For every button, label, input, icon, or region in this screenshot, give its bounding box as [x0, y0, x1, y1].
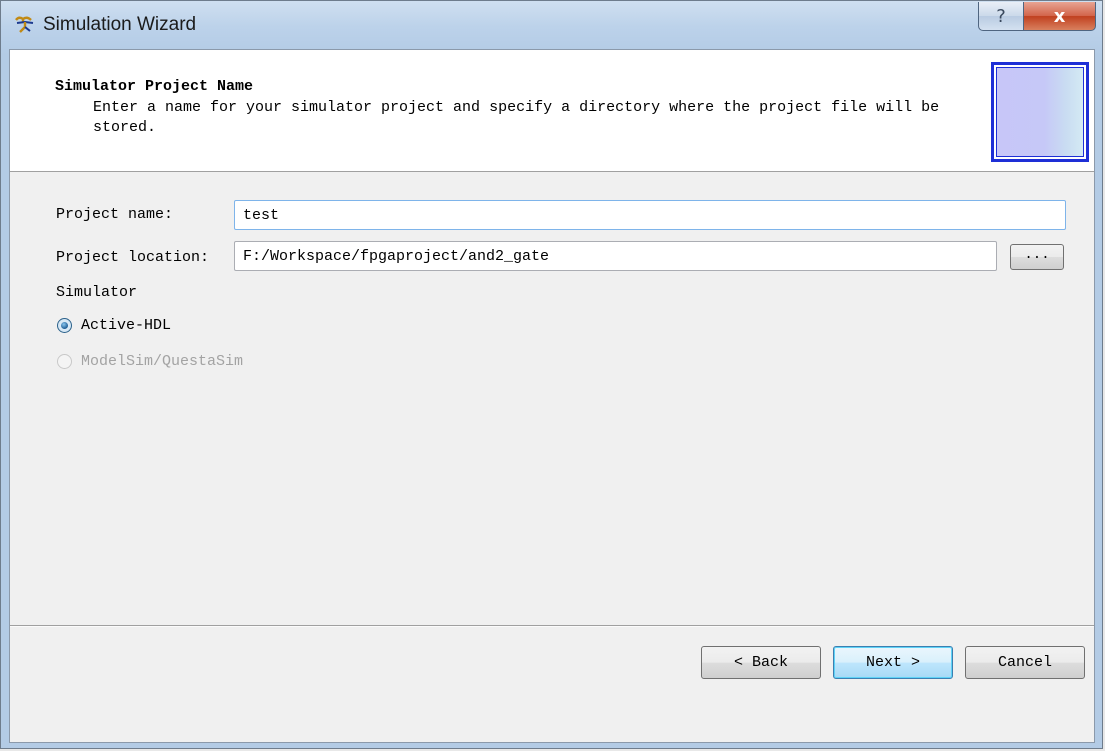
- help-button[interactable]: ?: [978, 2, 1024, 31]
- simulator-option-active-hdl[interactable]: Active-HDL: [57, 317, 171, 334]
- wizard-page: Simulator Project Name Enter a name for …: [9, 49, 1095, 743]
- close-button[interactable]: x: [1023, 2, 1096, 31]
- simulator-option-label: Active-HDL: [81, 317, 172, 334]
- simulator-option-label: ModelSim/QuestaSim: [81, 353, 244, 370]
- simulator-option-modelsim: ModelSim/QuestaSim: [57, 353, 243, 370]
- simulator-group-label: Simulator: [56, 284, 138, 301]
- window-title: Simulation Wizard: [43, 14, 197, 35]
- page-title: Simulator Project Name: [55, 78, 254, 95]
- back-button[interactable]: < Back: [701, 646, 821, 679]
- footer-divider: [10, 625, 1094, 627]
- radio-unchecked-icon: [57, 354, 72, 369]
- next-button[interactable]: Next >: [833, 646, 953, 679]
- close-icon: x: [1053, 5, 1066, 27]
- project-name-label: Project name:: [56, 206, 174, 223]
- cancel-button[interactable]: Cancel: [965, 646, 1085, 679]
- project-name-input[interactable]: [234, 200, 1066, 230]
- wizard-app-icon: [13, 13, 37, 37]
- wizard-window: Simulation Wizard ? x Simulator Project …: [0, 0, 1103, 749]
- wizard-header: Simulator Project Name Enter a name for …: [10, 50, 1094, 172]
- project-location-input[interactable]: [234, 241, 997, 271]
- header-banner-image: [991, 62, 1089, 162]
- browse-button[interactable]: ...: [1010, 244, 1064, 270]
- page-description: Enter a name for your simulator project …: [93, 99, 940, 136]
- project-location-label: Project location:: [56, 249, 210, 266]
- help-icon: ?: [996, 5, 1006, 27]
- radio-checked-icon[interactable]: [57, 318, 72, 333]
- title-bar[interactable]: Simulation Wizard ? x: [1, 1, 1102, 49]
